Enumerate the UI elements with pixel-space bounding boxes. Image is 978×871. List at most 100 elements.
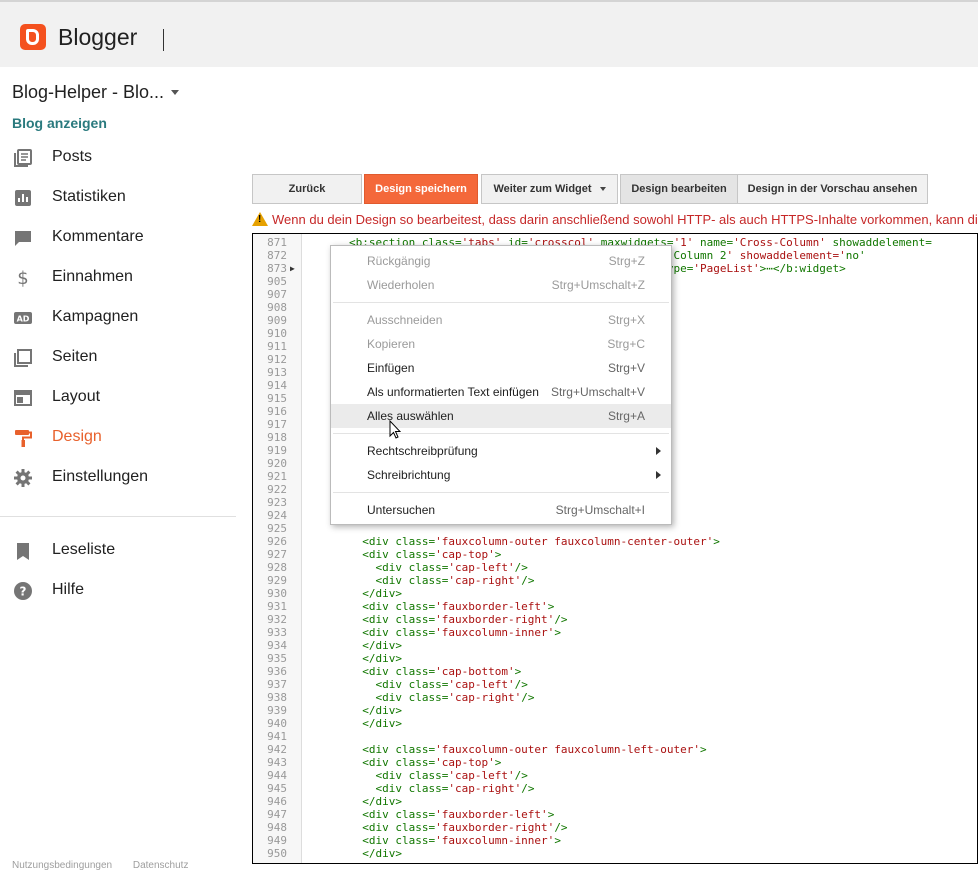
line-number: 926 — [267, 535, 287, 548]
sidebar-item-kampagnen[interactable]: AD Kampagnen — [0, 298, 236, 338]
sidebar-item-layout[interactable]: Layout — [0, 378, 236, 418]
menu-item-einfügen[interactable]: Einfügen Strg+V — [331, 356, 671, 380]
menu-item-kopieren[interactable]: Kopieren Strg+C — [331, 332, 671, 356]
code-line[interactable]: 933 <div class='fauxcolumn-inner'> — [253, 626, 977, 639]
terms-link[interactable]: Nutzungsbedingungen — [12, 860, 112, 871]
code-line[interactable]: 944 <div class='cap-left'/> — [253, 769, 977, 782]
menu-item-rückgängig[interactable]: Rückgängig Strg+Z — [331, 249, 671, 273]
view-blog-link[interactable]: Blog anzeigen — [12, 115, 107, 131]
preview-design-button[interactable]: Design in der Vorschau ansehen — [737, 174, 928, 204]
stats-icon — [13, 188, 33, 208]
sidebar-item-einstellungen[interactable]: Einstellungen — [0, 458, 236, 498]
line-number: 941 — [267, 730, 287, 743]
sidebar-item-label: Design — [52, 428, 102, 445]
sidebar-item-kommentare[interactable]: Kommentare — [0, 218, 236, 258]
blog-selector[interactable]: Blog-Helper - Blo... — [12, 82, 164, 103]
sidebar-item-statistiken[interactable]: Statistiken — [0, 178, 236, 218]
code-line[interactable]: 941 — [253, 730, 977, 743]
code-line[interactable]: 935 </div> — [253, 652, 977, 665]
code-line[interactable]: 931 <div class='fauxborder-left'> — [253, 600, 977, 613]
context-menu: Rückgängig Strg+Z Wiederholen Strg+Umschalt… — [330, 245, 672, 525]
code-line[interactable]: 934 </div> — [253, 639, 977, 652]
menu-item-schreibrichtung[interactable]: Schreibrichtung — [331, 463, 671, 487]
sidebar-item-posts[interactable]: Posts — [0, 138, 236, 178]
save-design-button[interactable]: Design speichern — [364, 174, 478, 204]
line-number: 917 — [267, 418, 287, 431]
code-line[interactable]: 947 <div class='fauxborder-left'> — [253, 808, 977, 821]
code-line[interactable]: 948 <div class='fauxborder-right'/> — [253, 821, 977, 834]
code-line[interactable]: 943 <div class='cap-top'> — [253, 756, 977, 769]
line-number: 872 — [267, 249, 287, 262]
line-number: 930 — [267, 587, 287, 600]
line-number: 934 — [267, 639, 287, 652]
edit-design-button[interactable]: Design bearbeiten — [620, 174, 738, 204]
sidebar-item-hilfe[interactable]: ? Hilfe — [0, 571, 236, 611]
fold-arrow-icon[interactable]: ▶ — [290, 262, 295, 275]
sidebar-item-label: Einnahmen — [52, 268, 133, 285]
code-line[interactable]: 946 </div> — [253, 795, 977, 808]
menu-item-wiederholen[interactable]: Wiederholen Strg+Umschalt+Z — [331, 273, 671, 297]
menu-item-als-unformatierten-text-einfügen[interactable]: Als unformatierten Text einfügen Strg+Ums… — [331, 380, 671, 404]
pages-icon — [13, 348, 33, 368]
line-number: 949 — [267, 834, 287, 847]
sidebar-item-seiten[interactable]: Seiten — [0, 338, 236, 378]
sidebar-item-label: Kampagnen — [52, 308, 139, 325]
menu-item-label: Alles auswählen — [367, 409, 454, 423]
chevron-down-icon[interactable] — [171, 90, 179, 95]
line-number: 921 — [267, 470, 287, 483]
line-number: 924 — [267, 509, 287, 522]
sidebar-item-label: Posts — [52, 148, 93, 165]
line-number: 905 — [267, 275, 287, 288]
warning-message: Wenn du dein Design so bearbeitest, dass… — [252, 212, 978, 227]
back-button[interactable]: Zurück — [252, 174, 362, 204]
line-number: 936 — [267, 665, 287, 678]
menu-item-label: Untersuchen — [367, 503, 436, 517]
line-number: 938 — [267, 691, 287, 704]
code-line[interactable]: 938 <div class='cap-right'/> — [253, 691, 977, 704]
code-line[interactable]: 927 <div class='cap-top'> — [253, 548, 977, 561]
brand-title[interactable]: Blogger — [58, 24, 137, 51]
posts-icon — [13, 148, 33, 168]
line-number: 942 — [267, 743, 287, 756]
code-line[interactable]: 936 <div class='cap-bottom'> — [253, 665, 977, 678]
code-line[interactable]: 942 <div class='fauxcolumn-outer fauxcol… — [253, 743, 977, 756]
code-line[interactable]: 940 </div> — [253, 717, 977, 730]
blogger-logo-icon[interactable] — [20, 24, 46, 50]
warning-text: Wenn du dein Design so bearbeitest, dass… — [272, 212, 978, 227]
layout-icon — [13, 388, 33, 408]
code-line[interactable]: 930 </div> — [253, 587, 977, 600]
code-line[interactable]: 949 <div class='fauxcolumn-inner'> — [253, 834, 977, 847]
code-text: </div> — [349, 795, 402, 808]
code-line[interactable]: 929 <div class='cap-right'/> — [253, 574, 977, 587]
sidebar-item-label: Kommentare — [52, 228, 144, 245]
sidebar-item-einnahmen[interactable]: $ Einnahmen — [0, 258, 236, 298]
help-icon: ? — [13, 581, 33, 601]
sidebar-item-design[interactable]: Design — [0, 418, 236, 458]
code-line[interactable]: 937 <div class='cap-left'/> — [253, 678, 977, 691]
menu-item-rechtschreibprüfung[interactable]: Rechtschreibprüfung — [331, 439, 671, 463]
code-text: </div> — [349, 704, 402, 717]
line-number: 940 — [267, 717, 287, 730]
code-text: <div class='cap-left'/> — [349, 769, 528, 782]
code-line[interactable]: 926 <div class='fauxcolumn-outer fauxcol… — [253, 535, 977, 548]
line-number: 916 — [267, 405, 287, 418]
sidebar-item-leseliste[interactable]: Leseliste — [0, 531, 236, 571]
code-line[interactable]: 939 </div> — [253, 704, 977, 717]
code-line[interactable]: 928 <div class='cap-left'/> — [253, 561, 977, 574]
line-number: 910 — [267, 327, 287, 340]
code-line[interactable]: 932 <div class='fauxborder-right'/> — [253, 613, 977, 626]
menu-item-untersuchen[interactable]: Untersuchen Strg+Umschalt+I — [331, 498, 671, 522]
line-number: 939 — [267, 704, 287, 717]
privacy-link[interactable]: Datenschutz — [133, 860, 189, 871]
line-number: 908 — [267, 301, 287, 314]
menu-item-label: Als unformatierten Text einfügen — [367, 385, 539, 399]
menu-item-ausschneiden[interactable]: Ausschneiden Strg+X — [331, 308, 671, 332]
code-text: <div class='cap-right'/> — [349, 574, 535, 587]
menu-item-label: Einfügen — [367, 361, 415, 375]
ad-icon: AD — [13, 308, 33, 328]
jump-to-widget-dropdown[interactable]: Weiter zum Widget — [481, 174, 618, 204]
code-line[interactable]: 950 </div> — [253, 847, 977, 860]
menu-item-alles-auswählen[interactable]: Alles auswählen Strg+A — [331, 404, 671, 428]
code-text: </div> — [349, 639, 402, 652]
code-line[interactable]: 945 <div class='cap-right'/> — [253, 782, 977, 795]
